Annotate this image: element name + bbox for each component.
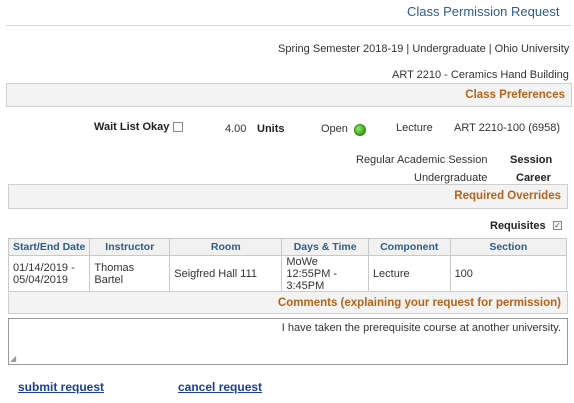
column-header-room[interactable]: Room: [169, 238, 283, 256]
comments-title: Comments (explaining your request for pe…: [277, 297, 561, 309]
wait-list-checkbox[interactable]: [173, 122, 183, 132]
class-preferences-header: Class Preferences: [6, 83, 572, 107]
cell-dates-end: 05/04/2019: [13, 274, 69, 286]
units-label: Units: [257, 123, 285, 135]
table-header-row: Start/End Date Instructor Room Days & Ti…: [7, 238, 568, 256]
column-header-days-time[interactable]: Days & Time: [281, 238, 369, 256]
cell-days-time: MoWe 12:55PM - 3:45PM: [281, 255, 369, 293]
session-label: Session: [510, 154, 553, 166]
required-overrides-title: Required Overrides: [454, 190, 561, 202]
cell-dates: 01/14/2019 - 05/04/2019: [7, 255, 91, 293]
cell-dates-start: 01/14/2019 -: [13, 262, 75, 274]
submit-request-link[interactable]: submit request: [18, 380, 104, 394]
cell-section: 100: [449, 255, 568, 293]
session-value: Regular Academic Session: [356, 154, 488, 166]
career-value: Undergraduate: [414, 172, 488, 184]
comments-header: Comments (explaining your request for pe…: [8, 291, 568, 314]
requisites-checkbox-icon[interactable]: ✓: [553, 221, 562, 230]
cell-component: Lecture: [367, 255, 451, 293]
status-label: Open: [321, 123, 348, 135]
resize-grip-icon[interactable]: ◢: [10, 355, 18, 363]
comments-textarea[interactable]: I have taken the prerequisite course at …: [8, 318, 568, 365]
required-overrides-header: Required Overrides: [8, 184, 568, 209]
title-divider: [6, 25, 572, 26]
status-open-icon: [354, 124, 366, 136]
course-title: ART 2210 - Ceramics Hand Building: [392, 69, 569, 81]
column-header-instructor[interactable]: Instructor: [89, 238, 171, 256]
class-preferences-title: Class Preferences: [465, 89, 565, 101]
term-info: Spring Semester 2018-19 | Undergraduate …: [278, 43, 570, 55]
units-value: 4.00: [225, 123, 247, 135]
cell-instructor: Thomas Bartel: [89, 255, 171, 293]
component-value: Lecture: [396, 122, 433, 134]
class-section-number: ART 2210-100 (6958): [454, 122, 560, 134]
cell-days-time-line1: MoWe 12:55PM -: [286, 256, 338, 280]
wait-list-label: Wait List Okay: [94, 121, 170, 133]
sections-table: Start/End Date Instructor Room Days & Ti…: [7, 238, 568, 293]
requisites-label: Requisites: [490, 220, 546, 232]
column-header-section[interactable]: Section: [449, 238, 568, 256]
column-header-start-end-date[interactable]: Start/End Date: [7, 238, 91, 256]
cell-room: Seigfred Hall 111: [169, 255, 283, 293]
table-row: 01/14/2019 - 05/04/2019 Thomas Bartel Se…: [7, 255, 568, 293]
page-title: Class Permission Request: [407, 4, 560, 19]
cancel-request-link[interactable]: cancel request: [178, 380, 262, 394]
column-header-component[interactable]: Component: [367, 238, 451, 256]
career-label: Career: [516, 172, 551, 184]
